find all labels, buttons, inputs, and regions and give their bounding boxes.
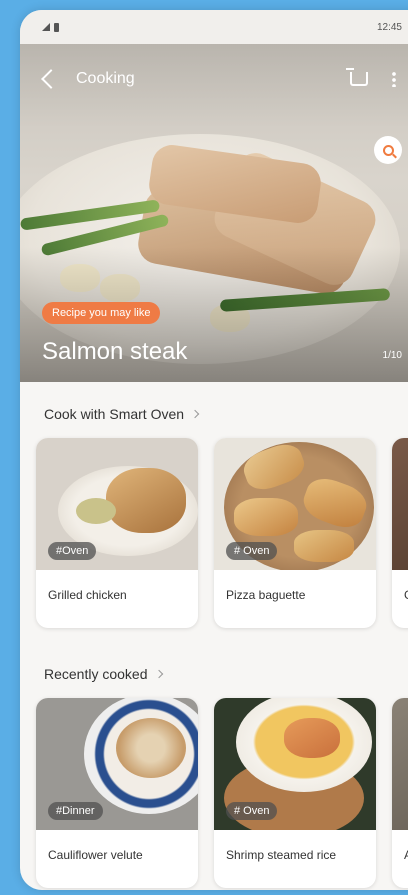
phone-screen: 12:45 Cooking Recipe you may like Salmon… <box>20 10 408 890</box>
food-image <box>76 498 116 524</box>
section-header-recently-cooked[interactable]: Recently cooked <box>44 666 163 682</box>
page-indicator: 1/10 <box>382 350 402 361</box>
food-image <box>234 498 298 536</box>
chevron-right-icon <box>190 409 200 419</box>
recipe-name: Gri <box>392 570 408 602</box>
more-icon[interactable] <box>392 71 396 87</box>
recipe-card-cauliflower-velute[interactable]: #Dinner Cauliflower velute <box>36 698 198 888</box>
status-bar: 12:45 <box>20 10 408 44</box>
top-app-bar: Cooking <box>20 44 408 114</box>
cart-icon[interactable] <box>346 68 368 86</box>
section-title: Cook with Smart Oven <box>44 406 185 422</box>
recipe-card-pizza-baguette[interactable]: # Oven Pizza baguette <box>214 438 376 628</box>
chevron-right-icon <box>154 669 163 679</box>
recipe-name: Grilled chicken <box>48 588 127 602</box>
recipe-card-partial[interactable]: Gri <box>392 438 408 628</box>
recipe-card-grilled-chicken[interactable]: #Oven Grilled chicken <box>36 438 198 628</box>
recipe-image: #Oven <box>36 438 198 570</box>
recipe-card-partial[interactable]: Asp <box>392 698 408 888</box>
recipe-image <box>392 698 408 830</box>
app-bar-actions <box>346 68 404 87</box>
food-image <box>294 530 354 562</box>
food-image <box>106 468 186 533</box>
battery-icon <box>54 22 59 32</box>
section-title: Recently cooked <box>44 666 148 682</box>
hero-recipe-name: Salmon steak <box>42 338 188 365</box>
recipe-tag: # Oven <box>226 542 278 560</box>
recipe-tag: #Dinner <box>48 802 103 820</box>
food-image <box>116 718 186 778</box>
recipe-image <box>392 438 408 570</box>
page-title: Cooking <box>76 70 135 87</box>
recipe-image: # Oven <box>214 698 376 830</box>
recipe-name: Asp <box>392 830 408 862</box>
recipe-image: #Dinner <box>36 698 198 830</box>
recipe-name: Pizza baguette <box>226 588 306 602</box>
search-icon <box>382 144 394 156</box>
food-image <box>284 718 340 758</box>
section-header-smart-oven[interactable]: Cook with Smart Oven <box>44 406 200 422</box>
recipe-tag: #Oven <box>48 542 97 560</box>
recently-cooked-cards: #Dinner Cauliflower velute # Oven Shrimp… <box>36 698 408 890</box>
signal-icon <box>42 23 50 31</box>
recipe-tag: # Oven <box>226 802 278 820</box>
status-icons <box>42 22 59 32</box>
recipe-name: Cauliflower velute <box>48 848 143 862</box>
recipe-badge: Recipe you may like <box>42 302 161 324</box>
smart-oven-cards: #Oven Grilled chicken # Oven Pizza bague… <box>36 438 408 638</box>
recipe-name: Shrimp steamed rice <box>226 848 337 862</box>
status-time: 12:45 <box>376 21 402 33</box>
recipe-card-shrimp-steamed-rice[interactable]: # Oven Shrimp steamed rice <box>214 698 376 888</box>
back-icon[interactable] <box>41 69 61 89</box>
hero-banner[interactable]: Cooking Recipe you may like Salmon steak… <box>20 44 408 382</box>
search-button[interactable] <box>374 136 402 164</box>
recipe-image: # Oven <box>214 438 376 570</box>
